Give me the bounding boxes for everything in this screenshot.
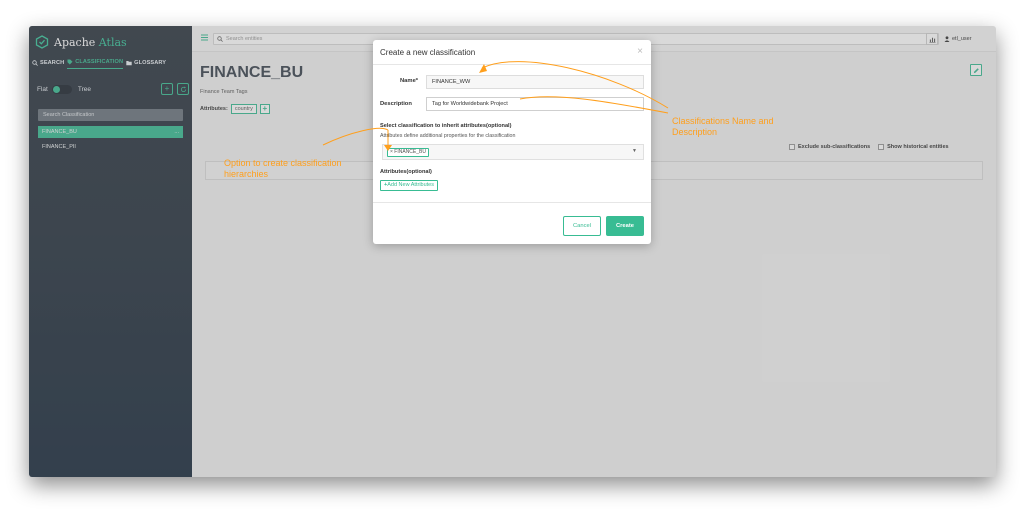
annotation-name-description: Classifications Name and Description [672,116,774,137]
attributes-optional-label: Attributes(optional) [380,169,432,175]
create-classification-modal: Create a new classification × Name* FINA… [373,40,651,244]
name-label: Name* [400,78,419,84]
modal-title: Create a new classification [380,48,476,57]
modal-header: Create a new classification × [373,40,651,65]
inherit-label: Select classification to inherit attribu… [380,123,512,129]
name-field[interactable]: FINANCE_WW [426,75,644,89]
description-label: Description [380,101,412,107]
create-button[interactable]: Create [606,216,644,236]
cancel-button[interactable]: Cancel [563,216,601,236]
close-icon[interactable]: × [637,46,643,57]
inherit-classification-select[interactable]: × FINANCE_BU ▼ [382,144,644,160]
modal-footer [373,202,651,203]
chevron-down-icon: ▼ [632,148,637,154]
selected-parent-chip[interactable]: × FINANCE_BU [387,148,429,157]
inherit-description: Attributes define additional properties … [380,133,516,139]
app-window: Apache Atlas SEARCH CLASSIFICATION GLOSS… [29,26,996,477]
annotation-hierarchies: Option to create classification hierarch… [224,158,342,179]
description-field[interactable]: Tag for Worldwidebank Project [426,97,644,111]
add-new-attributes-button[interactable]: +Add New Attributes [380,180,438,191]
